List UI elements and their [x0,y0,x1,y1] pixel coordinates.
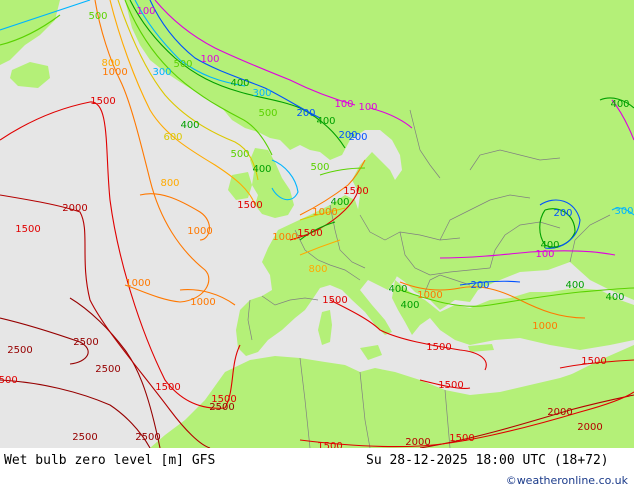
contour-label: 1500 [297,228,322,239]
contour-label: 400 [610,99,629,110]
contour-label: 500 [173,59,192,70]
contour-label: 1500 [343,186,368,197]
contour-label: 1500 [317,441,342,448]
contour-label: 1500 [449,433,474,444]
contour-label: 400 [180,120,199,131]
contour-label: 100 [358,102,377,113]
source-credit: ©weatheronline.co.uk [505,474,628,487]
contour-label: 1000 [190,297,215,308]
map-footer: Wet bulb zero level [m] GFS Su 28-12-202… [0,448,634,490]
contour-label: 1000 [125,278,150,289]
contour-label: 2500 [95,364,120,375]
forecast-datetime: Su 28-12-2025 18:00 UTC (18+72) [366,453,609,468]
contour-label: 1500 [90,96,115,107]
contour-label: 1500 [155,382,180,393]
contour-label: 200 [470,280,489,291]
contour-label: 100 [334,99,353,110]
contour-label: 2000 [577,422,602,433]
contour-label: 400 [565,280,584,291]
contour-label: 400 [388,284,407,295]
contour-label: 800 [160,178,179,189]
contour-label: 400 [230,78,249,89]
contour-label: 300 [152,67,171,78]
contour-label: 200 [348,132,367,143]
map-title: Wet bulb zero level [m] GFS [4,453,216,468]
contour-label: 1000 [272,232,297,243]
contour-label: 1500 [322,295,347,306]
contour-label: 2000 [405,437,430,448]
contour-label: 2500 [72,432,97,443]
contour-label: 300 [252,88,271,99]
contour-label: 100 [136,6,155,17]
contour-label: 1500 [15,224,40,235]
contour-label: 400 [400,300,419,311]
contour-label: 1000 [187,226,212,237]
weather-map: 100 1500 500 800 1000 300 400 500 100 400 300 500 20… [0,0,634,448]
contour-label: 400 [252,164,271,175]
contour-label: 1500 [237,200,262,211]
contour-label: 200 [553,208,572,219]
contour-label: 1500 [0,375,18,386]
contour-label: 1500 [426,342,451,353]
contour-label: 500 [258,108,277,119]
contour-label: 2000 [547,407,572,418]
contour-label: 2000 [62,203,87,214]
contour-label: 1000 [312,207,337,218]
contour-label: 1500 [438,380,463,391]
contour-label: 800 [308,264,327,275]
contour-label: 400 [330,197,349,208]
map-canvas: 10015005008001000 300400500 100400300500 20… [0,0,634,448]
contour-label: 300 [614,206,633,217]
contour-label: 1500 [581,356,606,367]
contour-label: 500 [230,149,249,160]
contour-label: 1000 [102,67,127,78]
contour-label: 2500 [135,432,160,443]
contour-label: 2500 [209,402,234,413]
contour-label: 400 [605,292,624,303]
contour-label: 100 [535,249,554,260]
contour-label: 200 [296,108,315,119]
contour-label: 2500 [73,337,98,348]
contour-label: 1000 [532,321,557,332]
contour-label: 100 [200,54,219,65]
contour-label: 600 [163,132,182,143]
contour-label: 500 [310,162,329,173]
contour-label: 1000 [417,290,442,301]
contour-label: 400 [316,116,335,127]
contour-label: 2500 [7,345,32,356]
contour-label: 500 [88,11,107,22]
